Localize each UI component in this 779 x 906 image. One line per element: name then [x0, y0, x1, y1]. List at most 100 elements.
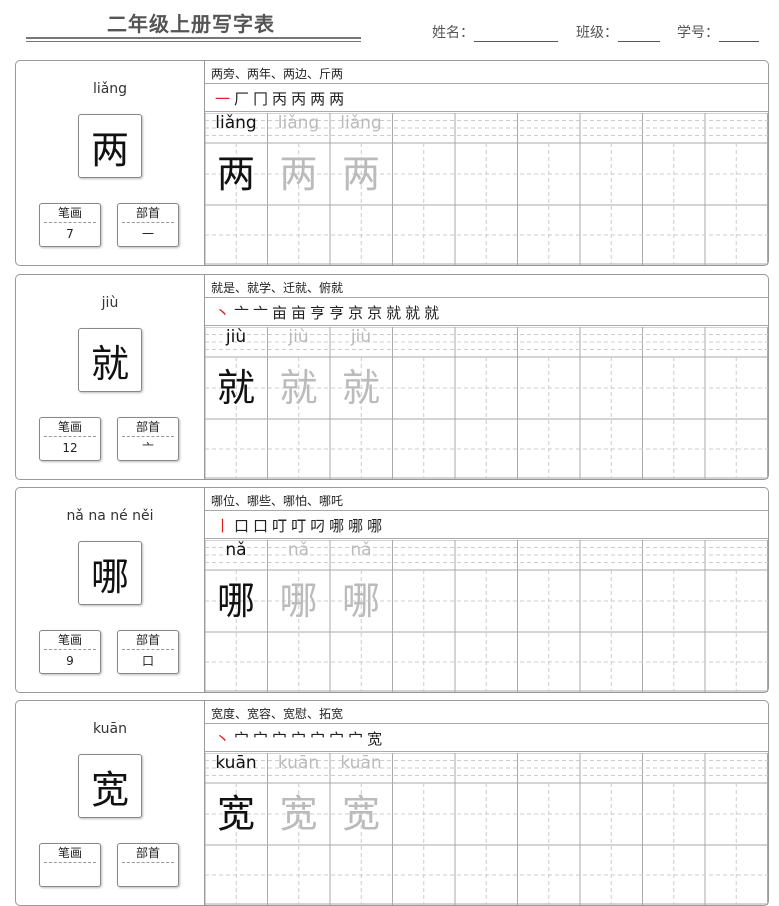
trace-pinyin: liǎng	[340, 113, 382, 133]
stroke-step: 宀	[272, 729, 288, 748]
stroke-order: 一厂冂丙丙两两	[215, 87, 348, 109]
stroke-step: 宀	[329, 729, 345, 748]
trace-pinyin: kuān	[277, 753, 320, 773]
stroke-count-value: 7	[66, 227, 74, 241]
trace-pinyin: nǎ	[350, 540, 372, 560]
radical-value	[118, 863, 178, 885]
number-label: 学号：	[677, 25, 719, 41]
stroke-step: 宀	[253, 729, 269, 748]
word-examples: 宽度、宽容、宽慰、拓宽	[211, 707, 344, 721]
divider	[205, 325, 768, 326]
trace-pinyin: nǎ	[287, 540, 310, 560]
stroke-step: 丶	[215, 303, 231, 322]
stroke-step: 口	[234, 516, 250, 535]
char-card: jiù 就笔画 12 部首亠就是、就学、迁就、俯就丶亠亠亩亩亨亨京京就就就 jiù 就 ji…	[15, 274, 769, 480]
class-label: 班级：	[576, 25, 618, 41]
divider	[205, 111, 768, 112]
radical-label: 部首	[122, 631, 174, 650]
char-pinyin: liǎng	[92, 81, 128, 97]
name-blank[interactable]	[474, 25, 558, 42]
radical-label: 部首	[122, 418, 174, 437]
trace-pinyin: jiù	[350, 327, 372, 347]
divider	[205, 751, 768, 752]
trace-char: 宽	[279, 792, 318, 836]
stroke-step: 丶	[215, 729, 231, 748]
stroke-step: 就	[405, 303, 421, 322]
stroke-count-box: 笔画 7	[39, 203, 101, 247]
divider	[205, 83, 768, 84]
stroke-step: 叮	[291, 516, 307, 535]
stroke-step: 宀	[291, 729, 307, 748]
stroke-step: 就	[424, 303, 440, 322]
radical-box: 部首一	[117, 203, 179, 247]
practice-panel: 哪位、哪些、哪怕、哪吒丨口口叮叮叼哪哪哪 nǎ 哪 nǎ 哪 nǎ 哪	[205, 488, 768, 692]
page-title: 二年级上册写字表	[107, 12, 275, 36]
stroke-step: 丙	[291, 89, 307, 108]
stroke-step: 京	[348, 303, 364, 322]
char-display: 就	[78, 328, 142, 392]
number-field[interactable]: 学号：	[677, 22, 759, 42]
divider	[205, 297, 768, 298]
char-pinyin: nǎ na né něi	[66, 508, 154, 524]
practice-panel: 宽度、宽容、宽慰、拓宽丶宀宀宀宀宀宀宀宽 kuān 宽 kuān 宽 kuān 宽	[205, 701, 768, 905]
stroke-step: 叼	[310, 516, 326, 535]
stroke-step: 亩	[272, 303, 288, 322]
char-pinyin: jiù	[101, 295, 119, 311]
stroke-step: 两	[329, 89, 345, 108]
class-field[interactable]: 班级：	[576, 22, 660, 42]
stroke-step: 宽	[367, 729, 383, 748]
stroke-count-label: 笔画	[44, 418, 96, 437]
number-blank[interactable]	[719, 25, 759, 42]
radical-value: 一	[141, 227, 154, 241]
model-char: 宽	[216, 792, 255, 836]
trace-pinyin: jiù	[288, 327, 309, 347]
stroke-order: 丶宀宀宀宀宀宀宀宽	[215, 727, 386, 749]
class-blank[interactable]	[618, 25, 660, 42]
radical-box: 部首口	[117, 630, 179, 674]
stroke-step: 两	[310, 89, 326, 108]
stroke-step: 京	[367, 303, 383, 322]
stroke-count-value: 9	[66, 654, 74, 668]
model-char: 就	[216, 366, 255, 410]
trace-char: 哪	[279, 579, 318, 623]
stroke-count-value	[40, 863, 100, 885]
word-examples: 就是、就学、迁就、俯就	[211, 281, 344, 295]
char-info-panel: nǎ na né něi 哪笔画 9 部首口	[16, 488, 205, 692]
char-card: liǎng 两笔画 7 部首一两旁、两年、两边、斤两一厂冂丙丙两两 liǎng 两 liǎn…	[15, 60, 769, 266]
model-pinyin: liǎng	[215, 113, 257, 133]
stroke-step: 哪	[348, 516, 364, 535]
stroke-step: 叮	[272, 516, 288, 535]
stroke-step: 冂	[253, 89, 269, 108]
name-field[interactable]: 姓名：	[432, 22, 558, 42]
stroke-step: 就	[386, 303, 402, 322]
model-char: 两	[216, 152, 255, 196]
char-info-panel: kuān 宽笔画 部首	[16, 701, 205, 905]
trace-char: 宽	[341, 792, 380, 836]
worksheet: 二年级上册写字表 姓名： 班级： 学号： liǎng 两笔画 7 部首一两旁、两年、两…	[0, 0, 779, 906]
title-underline	[26, 37, 361, 39]
title-underline-thin	[26, 41, 361, 42]
stroke-order: 丶亠亠亩亩亨亨京京就就就	[215, 301, 443, 323]
trace-pinyin: liǎng	[277, 113, 320, 133]
word-examples: 两旁、两年、两边、斤两	[211, 67, 344, 81]
trace-char: 两	[341, 152, 380, 196]
divider	[205, 510, 768, 511]
radical-value: 口	[141, 654, 154, 668]
radical-box: 部首	[117, 843, 179, 887]
stroke-step: 亠	[253, 303, 269, 322]
radical-box: 部首亠	[117, 417, 179, 461]
radical-label: 部首	[122, 844, 174, 863]
stroke-step: 亠	[234, 303, 250, 322]
practice-panel: 就是、就学、迁就、俯就丶亠亠亩亩亨亨京京就就就 jiù 就 jiù 就 jiù 就	[205, 275, 768, 479]
stroke-count-label: 笔画	[44, 204, 96, 223]
char-card: kuān 宽笔画 部首 宽度、宽容、宽慰、拓宽丶宀宀宀宀宀宀宀宽 kuān 宽 kuān 宽 k…	[15, 700, 769, 906]
stroke-step: 哪	[367, 516, 383, 535]
name-label: 姓名：	[432, 25, 474, 41]
char-info-panel: jiù 就笔画 12 部首亠	[16, 275, 205, 479]
divider	[205, 538, 768, 539]
stroke-step: 亨	[329, 303, 345, 322]
stroke-step: 宀	[348, 729, 364, 748]
stroke-step: 宀	[234, 729, 250, 748]
stroke-step: 宀	[310, 729, 326, 748]
char-info-panel: liǎng 两笔画 7 部首一	[16, 61, 205, 265]
